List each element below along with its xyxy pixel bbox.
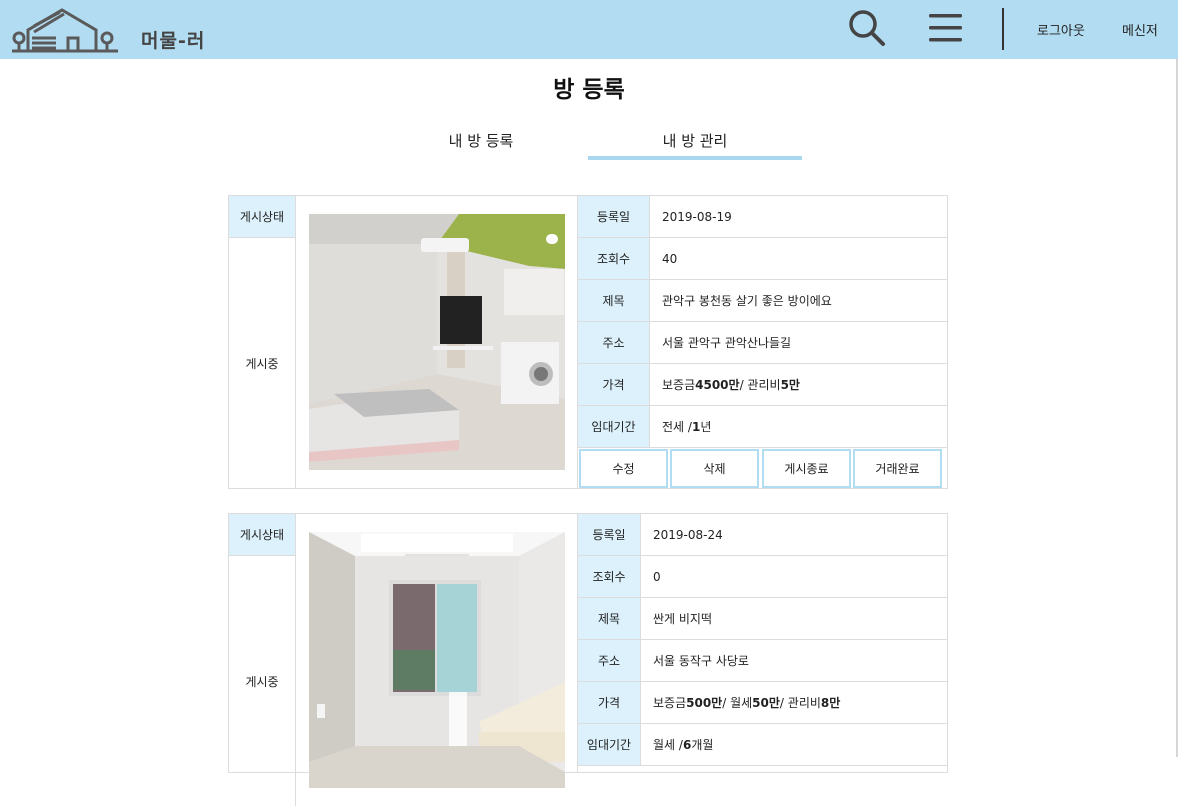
header-divider [1002, 8, 1004, 50]
photo-cell [296, 196, 578, 488]
lease-duration: 1 [691, 419, 701, 434]
room-photo[interactable] [309, 532, 565, 788]
price-text: 보증금 [653, 696, 687, 710]
info-row: 주소 서울 동작구 사당로 [578, 640, 947, 682]
lease-duration: 6 [682, 737, 692, 752]
listing-card: 게시상태 게시중 등록일 2019-08-24 조회수 0 제목 싼게 비지떡 … [228, 513, 948, 806]
field-value: 관악구 봉천동 살기 좋은 방이에요 [662, 294, 832, 308]
info-row: 주소 서울 관악구 관악산나들길 [578, 322, 947, 364]
photo-cell [296, 514, 578, 788]
info-row: 등록일 2019-08-24 [578, 514, 947, 556]
info-row: 조회수 0 [578, 556, 947, 598]
lease-type: 월세 / [653, 738, 683, 752]
search-icon[interactable] [848, 9, 886, 47]
deposit-amount: 500만 [686, 696, 723, 710]
end-posting-button[interactable]: 게시종료 [762, 449, 851, 488]
info-row: 제목 싼게 비지떡 [578, 598, 947, 640]
info-row: 제목 관악구 봉천동 살기 좋은 방이에요 [578, 280, 947, 322]
listing-actions: 수정 삭제 게시종료 거래완료 [578, 448, 948, 490]
price-text: / 관리비 [779, 696, 821, 710]
field-value: 40 [662, 251, 678, 266]
field-key: 등록일 [578, 196, 650, 237]
tab-label: 내 방 관리 [662, 132, 728, 150]
house-logo-icon[interactable] [12, 6, 118, 54]
page-title: 방 등록 [553, 77, 625, 103]
price-value: 보증금 4500만 / 관리비 5만 [662, 364, 800, 405]
info-row: 임대기간 전세 / 1 년 [578, 406, 947, 448]
price-text: 보증금 [662, 378, 696, 392]
hamburger-menu-icon[interactable] [928, 12, 964, 44]
brand-name[interactable]: 머물-러 [141, 26, 205, 53]
lease-period-value: 월세 / 6 개월 [653, 724, 713, 765]
field-key: 제목 [578, 598, 641, 639]
status-header: 게시상태 [229, 514, 296, 556]
delete-button[interactable]: 삭제 [670, 449, 759, 488]
logout-link[interactable]: 로그아웃 [1037, 20, 1085, 39]
field-key: 주소 [578, 322, 650, 363]
field-value: 2019-08-24 [653, 527, 723, 542]
lease-unit: 년 [700, 420, 712, 434]
info-row: 가격 보증금 500만 / 월세 50만 / 관리비 8만 [578, 682, 947, 724]
field-key: 제목 [578, 280, 650, 321]
status-header: 게시상태 [229, 196, 296, 238]
field-key: 임대기간 [578, 406, 650, 447]
field-key: 주소 [578, 640, 641, 681]
price-value: 보증금 500만 / 월세 50만 / 관리비 8만 [653, 682, 840, 723]
lease-type: 전세 / [662, 420, 692, 434]
field-key: 임대기간 [578, 724, 641, 765]
field-value: 0 [653, 569, 661, 584]
listing-info-table: 등록일 2019-08-19 조회수 40 제목 관악구 봉천동 살기 좋은 방… [578, 196, 947, 488]
deposit-amount: 4500만 [695, 378, 740, 392]
field-key: 가격 [578, 682, 641, 723]
field-key: 가격 [578, 364, 650, 405]
tab-register-my-room[interactable]: 내 방 등록 [374, 130, 588, 160]
deal-complete-button[interactable]: 거래완료 [853, 449, 942, 488]
status-value: 게시중 [229, 238, 296, 488]
field-key: 등록일 [578, 514, 641, 555]
monthly-rent: 50만 [752, 696, 780, 710]
info-row: 등록일 2019-08-19 [578, 196, 947, 238]
room-photo[interactable] [309, 214, 565, 470]
field-value: 2019-08-19 [662, 209, 732, 224]
info-row: 임대기간 월세 / 6 개월 [578, 724, 947, 766]
tab-label: 내 방 등록 [448, 132, 514, 150]
edit-button[interactable]: 수정 [579, 449, 668, 488]
lease-unit: 개월 [691, 738, 714, 752]
listing-card: 게시상태 게시중 등록일 2019-08-19 조회수 40 제목 관악구 봉천… [228, 195, 948, 489]
top-nav-bar: 머물-러 로그아웃 메신저 [0, 0, 1178, 59]
messenger-link[interactable]: 메신저 [1122, 20, 1158, 39]
info-row: 가격 보증금 4500만 / 관리비 5만 [578, 364, 947, 406]
lease-period-value: 전세 / 1 년 [662, 406, 711, 447]
field-value: 싼게 비지떡 [653, 612, 713, 626]
maintenance-fee: 5만 [780, 378, 800, 392]
listing-info-table: 등록일 2019-08-24 조회수 0 제목 싼게 비지떡 주소 서울 동작구… [578, 514, 947, 766]
active-tab-indicator [588, 156, 802, 160]
field-value: 서울 동작구 사당로 [653, 654, 749, 668]
price-text: / 월세 [722, 696, 753, 710]
price-text: / 관리비 [739, 378, 781, 392]
status-value: 게시중 [229, 556, 296, 806]
field-value: 서울 관악구 관악산나들길 [662, 336, 792, 350]
info-row: 조회수 40 [578, 238, 947, 280]
field-key: 조회수 [578, 556, 641, 597]
field-key: 조회수 [578, 238, 650, 279]
tab-manage-my-room[interactable]: 내 방 관리 [588, 130, 802, 160]
maintenance-fee: 8만 [820, 696, 841, 710]
